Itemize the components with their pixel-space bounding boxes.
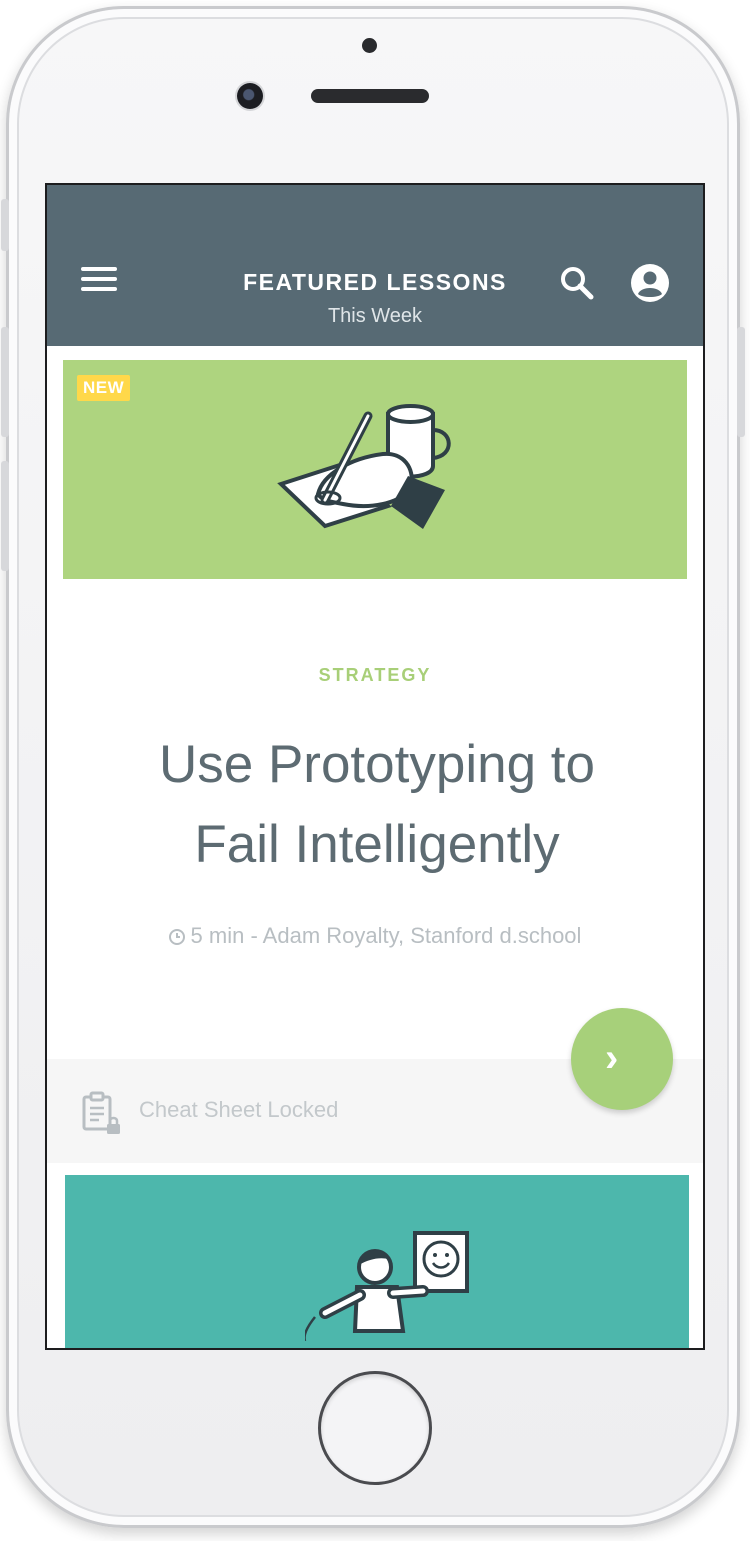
- new-badge: NEW: [77, 375, 131, 401]
- proximity-sensor: [362, 38, 377, 53]
- lesson-card-image[interactable]: NEW: [63, 360, 687, 579]
- writing-hand-illustration: [277, 404, 451, 529]
- search-icon[interactable]: [557, 263, 597, 303]
- front-camera: [237, 83, 263, 109]
- lesson-title-line1: Use Prototyping to: [158, 735, 595, 794]
- app-header: FEATURED LESSONS This Week: [47, 185, 703, 346]
- earpiece-speaker: [311, 89, 429, 103]
- home-button[interactable]: [318, 1371, 432, 1485]
- lesson-title[interactable]: Use Prototyping to Fail Intelligently: [87, 725, 667, 885]
- app-screen: FEATURED LESSONS This Week NEW STRATEGY …: [45, 183, 705, 1350]
- page-subtitle: This Week: [327, 305, 423, 327]
- lesson-meta: 5 min - Adam Royalty, Stanford d.school: [47, 923, 703, 949]
- power-button: [737, 327, 745, 437]
- volume-up-button: [1, 327, 9, 437]
- chevron-right-icon: ›: [605, 1036, 619, 1080]
- next-lesson-button[interactable]: ›: [571, 1008, 673, 1110]
- lesson-title-line2: Fail Intelligently: [194, 815, 560, 874]
- person-holding-smiley-illustration: [305, 1231, 469, 1341]
- lesson-category: STRATEGY: [318, 665, 432, 685]
- mute-switch: [1, 199, 9, 251]
- volume-down-button: [1, 461, 9, 571]
- page-title: FEATURED LESSONS: [243, 269, 507, 295]
- account-circle-icon[interactable]: [629, 262, 671, 304]
- lesson-card-2-image[interactable]: [65, 1175, 689, 1348]
- clock-icon: [168, 929, 185, 945]
- lesson-meta-text: 5 min - Adam Royalty, Stanford d.school: [190, 923, 582, 948]
- locked-clipboard-icon: [82, 1091, 120, 1134]
- cheat-sheet-label: Cheat Sheet Locked: [139, 1097, 339, 1122]
